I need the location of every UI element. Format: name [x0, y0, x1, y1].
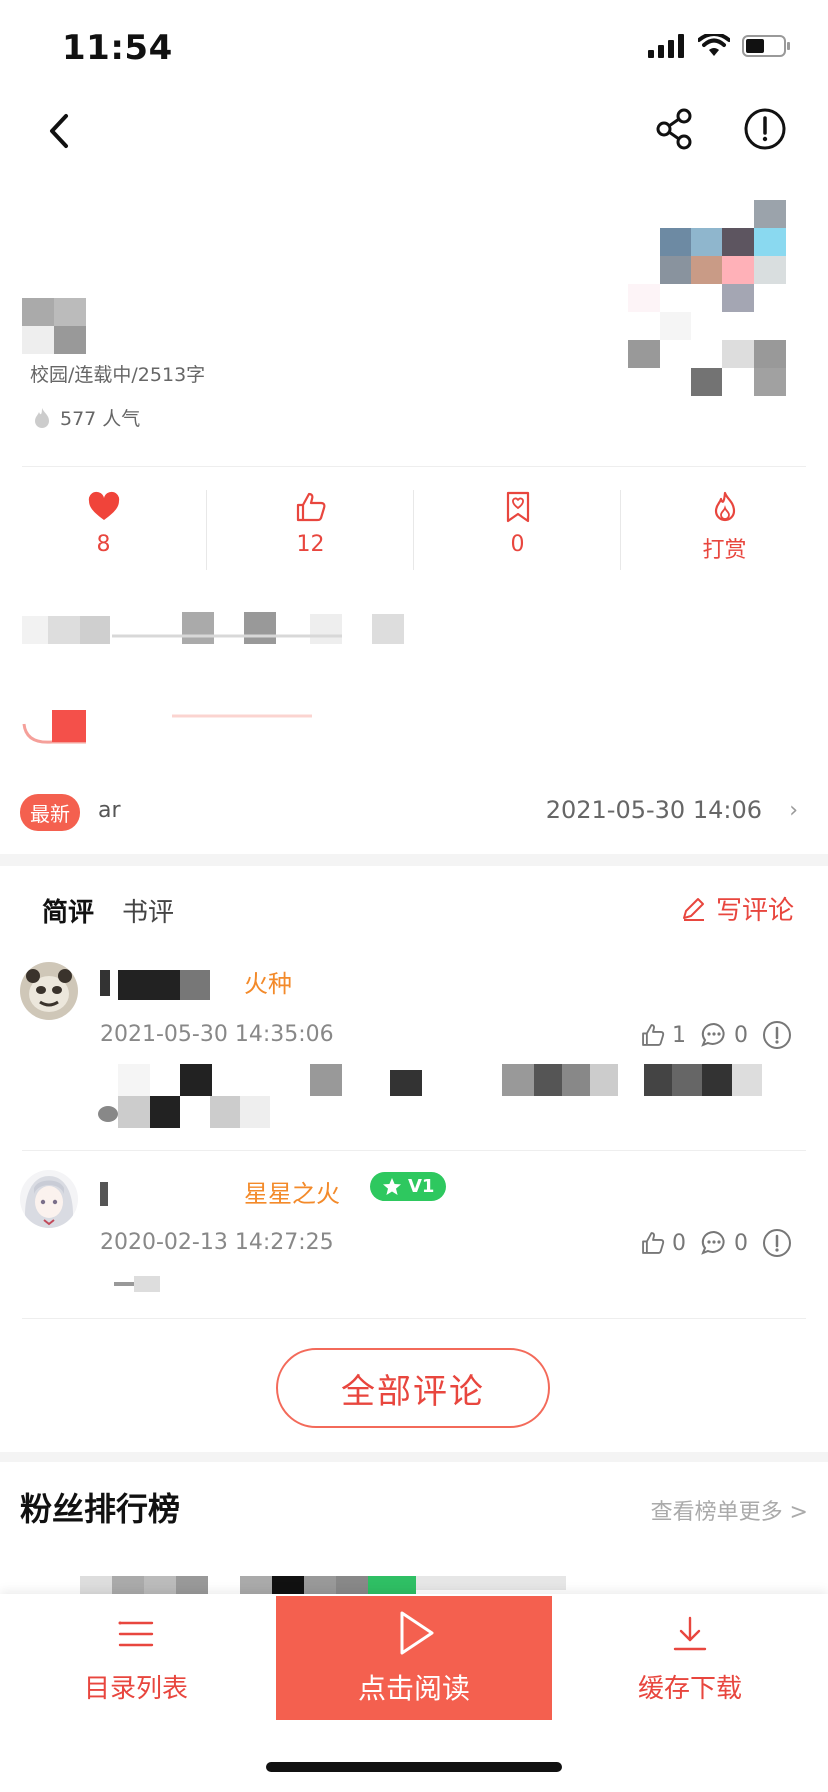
- comment-body-pixelated: [114, 1276, 160, 1292]
- book-meta: 校园/连载中/2513字: [30, 364, 206, 386]
- book-tag-pixelated: [22, 710, 312, 744]
- report-icon[interactable]: [762, 1228, 792, 1258]
- popularity-text: 577 人气: [60, 408, 141, 430]
- book-popularity: 577 人气: [30, 404, 140, 431]
- stat-like[interactable]: 12: [207, 490, 414, 570]
- avatar[interactable]: [20, 962, 78, 1020]
- divider: [22, 1318, 806, 1319]
- pencil-icon: [682, 897, 704, 921]
- start-reading-button[interactable]: 点击阅读: [276, 1596, 552, 1720]
- status-time: 11:54: [62, 28, 173, 68]
- start-reading-label: 点击阅读: [357, 1672, 470, 1705]
- comment-actions: 0 0: [640, 1228, 792, 1258]
- reply-button[interactable]: 0: [700, 1021, 748, 1049]
- download-label: 缓存下载: [637, 1674, 742, 1704]
- flame-icon: [714, 491, 735, 522]
- like-button[interactable]: 0: [640, 1230, 686, 1256]
- divider: [22, 1150, 806, 1151]
- comment-body-pixelated: [98, 1064, 762, 1128]
- username-pixelated: [100, 1182, 108, 1206]
- status-bar: 11:54: [0, 0, 828, 96]
- like-button[interactable]: 1: [640, 1022, 686, 1048]
- list-icon: [118, 1621, 154, 1647]
- book-intro-pixelated: [22, 612, 404, 644]
- thumbs-up-icon: [296, 492, 325, 522]
- stat-reward[interactable]: 打赏: [621, 490, 828, 570]
- wifi-icon: [698, 34, 730, 56]
- comment-bubble-icon: [701, 1022, 725, 1047]
- avatar[interactable]: [20, 1170, 78, 1228]
- latest-chapter-row[interactable]: 最新 ar 2021-05-30 14:06 ›: [0, 790, 828, 834]
- stat-collect[interactable]: 0: [414, 490, 621, 570]
- catalog-button[interactable]: 目录列表: [36, 1614, 236, 1705]
- reply-button[interactable]: 0: [700, 1229, 748, 1257]
- stats-row: 8 12 0 打赏: [0, 490, 828, 570]
- stat-reward-label: 打赏: [702, 538, 747, 563]
- tab-book-review[interactable]: 书评: [122, 892, 174, 929]
- latest-badge: 最新: [20, 794, 80, 831]
- comment-bubble-icon: [701, 1230, 725, 1255]
- user-title-badge: 星星之火: [244, 1180, 340, 1208]
- share-icon[interactable]: [652, 106, 698, 152]
- home-indicator: [266, 1762, 562, 1772]
- comment-tabs: 简评 书评 写评论: [0, 888, 828, 932]
- stat-like-value: 12: [296, 532, 325, 557]
- stat-favorite[interactable]: 8: [0, 490, 207, 570]
- bookmark-heart-icon: [506, 491, 529, 523]
- stat-favorite-value: 8: [96, 532, 111, 557]
- latest-chapter-time: 2021-05-30 14:06: [545, 796, 762, 824]
- latest-chapter-title: ar: [98, 798, 121, 823]
- panda-avatar-icon: [20, 962, 78, 1020]
- comment-time: 2020-02-13 14:27:25: [100, 1230, 334, 1255]
- back-arrow-icon[interactable]: [36, 106, 86, 156]
- divider: [22, 466, 806, 467]
- signal-icon: [648, 34, 684, 58]
- vip-level-text: V1: [408, 1176, 435, 1197]
- book-cover-pixelated[interactable]: [628, 200, 790, 424]
- reply-count: 0: [734, 1230, 748, 1256]
- thumbs-up-icon: [642, 1232, 665, 1254]
- vip-level-badge: V1: [370, 1172, 447, 1201]
- status-icons: [648, 34, 792, 58]
- comment-actions: 1 0: [640, 1020, 792, 1050]
- book-title-pixelated: [22, 298, 86, 354]
- section-separator: [0, 1452, 828, 1462]
- write-comment-label: 写评论: [715, 896, 794, 926]
- chevron-right-icon: ›: [789, 798, 798, 823]
- comment-item: 火种 2021-05-30 14:35:06 1 0: [0, 960, 828, 1150]
- report-icon[interactable]: [762, 1020, 792, 1050]
- book-header: 校园/连载中/2513字 577 人气: [0, 190, 828, 460]
- comment-time: 2021-05-30 14:35:06: [100, 1022, 334, 1047]
- reply-count: 0: [734, 1022, 748, 1048]
- play-icon: [400, 1611, 434, 1655]
- tab-short-review[interactable]: 简评: [42, 892, 94, 929]
- report-icon[interactable]: [742, 106, 788, 152]
- fan-rank-more-link[interactable]: 查看榜单更多 >: [651, 1494, 808, 1526]
- nav-bar: [0, 96, 828, 170]
- stat-collect-value: 0: [510, 532, 525, 557]
- heart-icon: [88, 491, 119, 520]
- fan-rank-title: 粉丝排行榜: [20, 1490, 181, 1528]
- download-icon: [673, 1616, 707, 1651]
- flame-icon: [35, 407, 49, 428]
- download-button[interactable]: 缓存下载: [590, 1614, 790, 1705]
- user-title-badge: 火种: [244, 970, 292, 998]
- thumbs-up-icon: [642, 1024, 665, 1046]
- comment-item: 星星之火 V1 2020-02-13 14:27:25 0 0: [0, 1168, 828, 1318]
- like-count: 0: [672, 1230, 686, 1256]
- like-count: 1: [672, 1022, 686, 1048]
- battery-icon: [742, 35, 790, 57]
- star-icon: [383, 1177, 401, 1195]
- write-comment-button[interactable]: 写评论: [680, 890, 794, 927]
- catalog-label: 目录列表: [83, 1674, 188, 1704]
- section-separator: [0, 854, 828, 866]
- all-comments-button[interactable]: 全部评论: [276, 1348, 550, 1428]
- anime-avatar-icon: [20, 1170, 78, 1228]
- username-pixelated: [100, 970, 210, 1000]
